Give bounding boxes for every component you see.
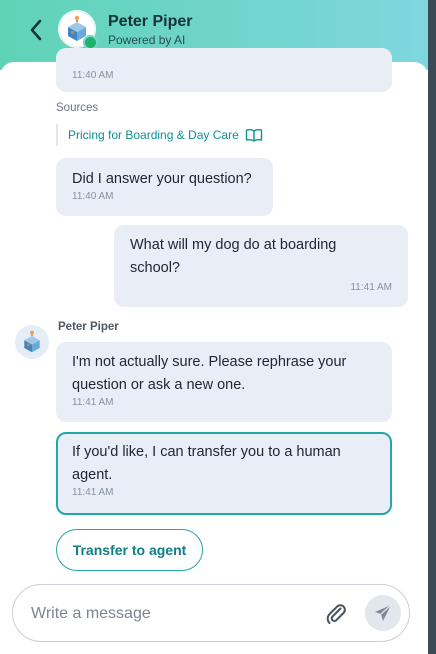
transfer-to-agent-button[interactable]: Transfer to agent	[56, 529, 203, 571]
source-link-text: Pricing for Boarding & Day Care	[68, 128, 239, 142]
send-button[interactable]	[365, 595, 401, 631]
message-time: 11:41 AM	[350, 282, 392, 293]
message-bubble-user: What will my dog do at boarding school? …	[114, 225, 408, 307]
message-text: If you'd like, I can transfer you to a h…	[72, 444, 341, 483]
bot-name: Peter Piper	[58, 321, 119, 333]
message-bubble-bot: Did I answer your question? 11:40 AM	[56, 158, 273, 216]
send-icon	[375, 604, 392, 621]
message-text: Did I answer your question?	[72, 171, 252, 187]
message-time: 11:41 AM	[72, 397, 114, 408]
bot-avatar	[15, 325, 49, 359]
message-bubble-partial: 11:40 AM	[56, 48, 392, 92]
message-time: 11:40 AM	[72, 70, 114, 81]
agent-subtitle: Powered by AI	[108, 33, 186, 47]
sources-label: Sources	[56, 102, 99, 114]
agent-name: Peter Piper	[108, 13, 193, 30]
book-icon	[245, 129, 262, 142]
chat-widget: Peter Piper Powered by AI 11:40 AM Sourc…	[0, 0, 428, 654]
message-time: 11:40 AM	[72, 191, 114, 202]
message-text: What will my dog do at boarding school?	[130, 237, 337, 276]
page-scrollbar[interactable]	[428, 0, 436, 654]
message-bubble-bot-highlighted: If you'd like, I can transfer you to a h…	[56, 432, 392, 515]
chevron-left-icon	[30, 19, 42, 41]
paperclip-icon	[326, 604, 346, 625]
message-text: I'm not actually sure. Please rephrase y…	[72, 354, 347, 393]
message-input[interactable]	[29, 599, 303, 629]
message-composer	[12, 584, 410, 642]
message-bubble-bot: I'm not actually sure. Please rephrase y…	[56, 342, 392, 422]
robot-mascot-icon	[24, 330, 40, 353]
source-link[interactable]: Pricing for Boarding & Day Care	[56, 124, 263, 146]
attach-button[interactable]	[324, 602, 348, 626]
message-time: 11:41 AM	[72, 487, 114, 498]
back-button[interactable]	[22, 16, 50, 44]
